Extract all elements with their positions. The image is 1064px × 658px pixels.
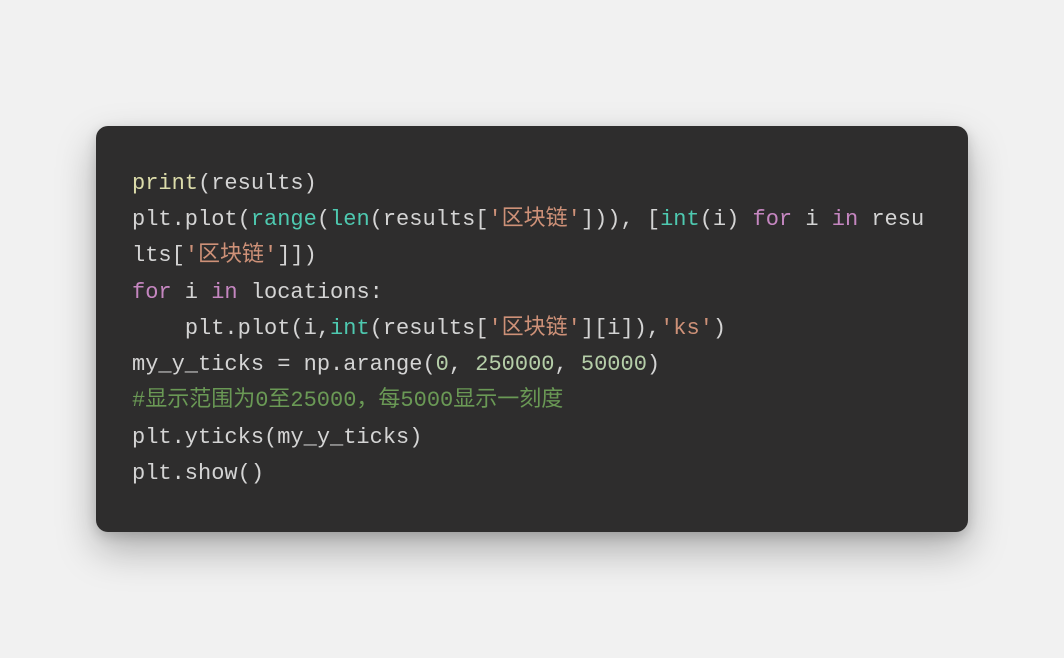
- token-plain: ,: [554, 352, 580, 377]
- token-indent: [132, 316, 185, 341]
- token-keyword: in: [832, 207, 858, 232]
- token-plain: ][i]),: [581, 316, 660, 341]
- token-plain: (results): [198, 171, 317, 196]
- token-plain: my_y_ticks = np.arange(: [132, 352, 436, 377]
- token-number: 50000: [581, 352, 647, 377]
- token-comment: #显示范围为0至25000，每5000显示一刻度: [132, 388, 563, 413]
- token-number: 0: [436, 352, 449, 377]
- token-plain: (results[: [370, 316, 489, 341]
- token-keyword: in: [211, 280, 237, 305]
- token-keyword: for: [753, 207, 793, 232]
- token-plain: ,: [449, 352, 475, 377]
- token-plain: i: [172, 280, 212, 305]
- token-builtin: range: [251, 207, 317, 232]
- token-string: '区块链': [488, 316, 580, 341]
- token-builtin: int: [330, 316, 370, 341]
- token-plain: i: [792, 207, 832, 232]
- token-builtin: int: [660, 207, 700, 232]
- token-plain: ): [647, 352, 660, 377]
- token-plain: plt.show(): [132, 461, 264, 486]
- token-plain: plt.yticks(my_y_ticks): [132, 425, 422, 450]
- token-string: '区块链': [488, 207, 580, 232]
- token-string: '区块链': [185, 243, 277, 268]
- token-keyword: for: [132, 280, 172, 305]
- token-builtin: len: [330, 207, 370, 232]
- token-plain: plt.plot(i,: [185, 316, 330, 341]
- code-block: print(results) plt.plot(range(len(result…: [96, 126, 968, 533]
- token-function: print: [132, 171, 198, 196]
- token-plain: plt.plot(: [132, 207, 251, 232]
- token-plain: (results[: [370, 207, 489, 232]
- token-plain: ]]): [277, 243, 317, 268]
- token-plain: locations:: [238, 280, 383, 305]
- token-plain: (: [317, 207, 330, 232]
- token-number: 250000: [475, 352, 554, 377]
- token-string: 'ks': [660, 316, 713, 341]
- token-plain: (i): [700, 207, 753, 232]
- token-plain: ): [713, 316, 726, 341]
- token-plain: ])), [: [581, 207, 660, 232]
- code-content: print(results) plt.plot(range(len(result…: [132, 166, 932, 493]
